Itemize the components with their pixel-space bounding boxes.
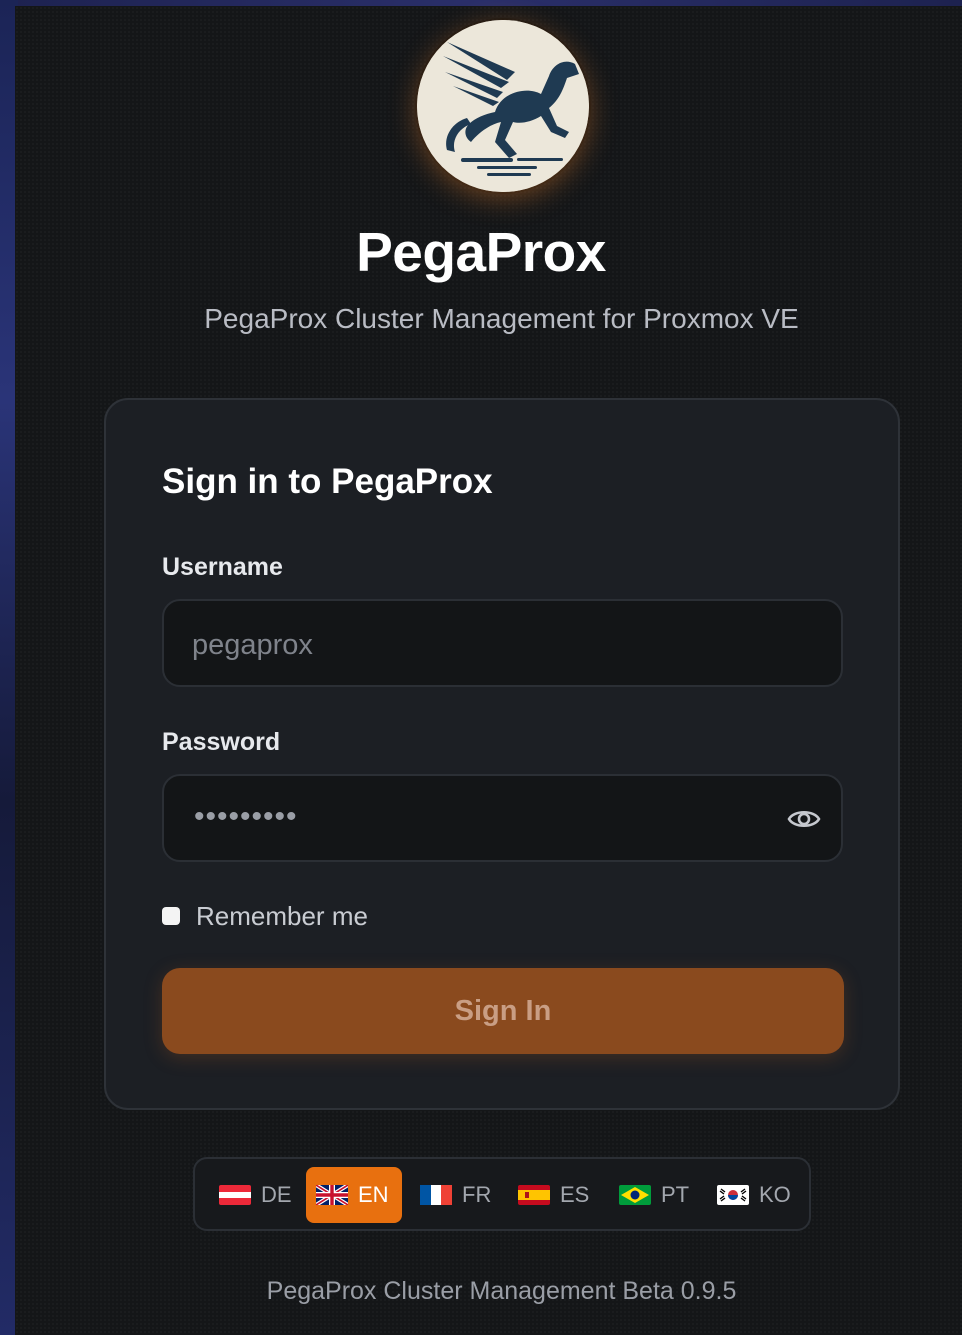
password-masked-value: ••••••••• bbox=[194, 800, 298, 833]
language-code: FR bbox=[462, 1182, 492, 1207]
language-selector: DE EN FR ES PT KO bbox=[193, 1157, 811, 1231]
app-subtitle: PegaProx Cluster Management for Proxmox … bbox=[204, 303, 799, 334]
app-title: PegaProx bbox=[356, 221, 606, 283]
language-code: PT bbox=[661, 1182, 690, 1207]
language-option-ko[interactable]: KO bbox=[707, 1167, 801, 1223]
language-option-en[interactable]: EN bbox=[306, 1167, 402, 1223]
password-label: Password bbox=[162, 728, 281, 756]
password-input[interactable]: ••••••••• bbox=[162, 774, 843, 862]
austria-flag-icon bbox=[219, 1185, 251, 1205]
korea-flag-icon bbox=[717, 1185, 749, 1205]
language-option-pt[interactable]: PT bbox=[609, 1167, 699, 1223]
footer-version: PegaProx Cluster Management Beta 0.9.5 bbox=[266, 1277, 737, 1305]
remember-me[interactable]: Remember me bbox=[162, 900, 368, 932]
spain-flag-icon bbox=[518, 1185, 550, 1205]
language-code: EN bbox=[358, 1182, 389, 1207]
uk-flag-icon bbox=[316, 1185, 348, 1205]
brazil-flag-icon bbox=[619, 1185, 651, 1205]
language-option-es[interactable]: ES bbox=[508, 1167, 599, 1223]
sign-in-button[interactable]: Sign In bbox=[162, 968, 844, 1054]
language-option-de[interactable]: DE bbox=[209, 1167, 302, 1223]
language-code: DE bbox=[261, 1182, 292, 1207]
username-input[interactable]: pegaprox bbox=[162, 599, 843, 687]
language-option-fr[interactable]: FR bbox=[410, 1167, 501, 1223]
username-placeholder: pegaprox bbox=[192, 629, 313, 661]
pegasus-logo-icon bbox=[417, 20, 589, 192]
remember-me-checkbox[interactable] bbox=[162, 907, 180, 925]
remember-me-label: Remember me bbox=[196, 900, 368, 931]
france-flag-icon bbox=[420, 1185, 452, 1205]
show-password-eye-icon[interactable] bbox=[787, 804, 821, 834]
login-heading: Sign in to PegaProx bbox=[162, 462, 493, 501]
language-code: KO bbox=[759, 1182, 791, 1207]
username-label: Username bbox=[162, 553, 283, 581]
language-code: ES bbox=[560, 1182, 590, 1207]
